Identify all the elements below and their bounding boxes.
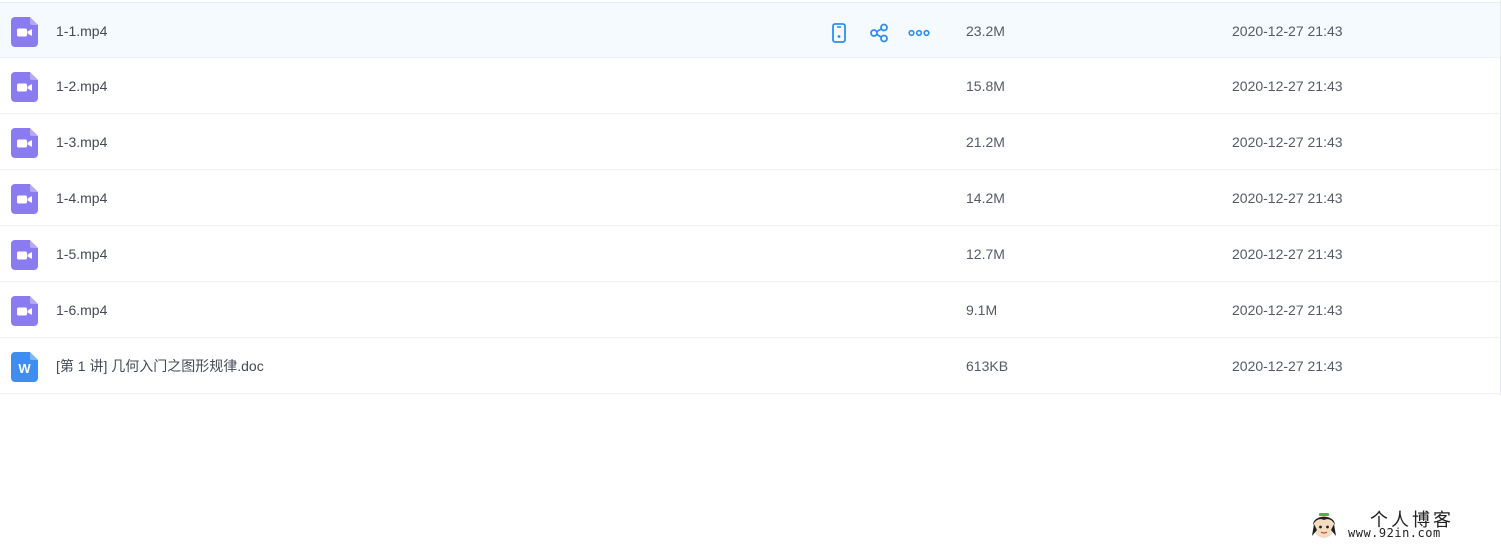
more-icon [908,29,930,37]
file-name[interactable]: 1-1.mp4 [56,3,107,59]
file-modified-date: 2020-12-27 21:43 [1232,23,1343,39]
file-row[interactable]: 1-6.mp4 9.1M 2020-12-27 21:43 [0,282,1501,338]
share-icon [869,23,889,43]
file-name[interactable]: 1-6.mp4 [56,282,107,338]
file-size: 21.2M [966,134,1005,150]
avatar-logo [1312,513,1336,538]
video-file-icon [11,17,38,47]
video-file-icon [11,184,38,214]
watermark-url: www.92in.com [1348,526,1441,540]
video-file-icon [11,72,38,102]
row-actions [828,21,930,45]
file-name[interactable]: 1-2.mp4 [56,58,107,114]
file-row[interactable]: 1-5.mp4 12.7M 2020-12-27 21:43 [0,226,1501,282]
video-file-icon [11,128,38,158]
file-modified-date: 2020-12-27 21:43 [1232,190,1343,206]
file-size: 23.2M [966,23,1005,39]
file-name[interactable]: 1-5.mp4 [56,226,107,282]
more-actions-button[interactable] [908,22,930,44]
file-size: 14.2M [966,190,1005,206]
file-row[interactable]: W [第 1 讲] 几何入门之图形规律.doc 613KB 2020-12-27 21… [0,338,1501,394]
file-modified-date: 2020-12-27 21:43 [1232,246,1343,262]
video-file-icon [11,296,38,326]
file-row[interactable]: 1-4.mp4 14.2M 2020-12-27 21:43 [0,170,1501,226]
file-modified-date: 2020-12-27 21:43 [1232,78,1343,94]
file-row[interactable]: 1-1.mp4 23.2M 2020-12-27 21:43 [0,2,1501,58]
file-list: 1-1.mp4 23.2M 2020-12-27 21:43 1-2.mp4 15.8M… [0,2,1501,394]
file-name[interactable]: 1-3.mp4 [56,114,107,170]
svg-text:W: W [18,361,31,376]
file-name[interactable]: [第 1 讲] 几何入门之图形规律.doc [56,338,264,394]
file-size: 12.7M [966,246,1005,262]
word-file-icon: W [11,352,38,382]
phone-icon [831,23,847,43]
blog-watermark: 个人博客 www.92in.com [1306,506,1496,546]
file-size: 9.1M [966,302,998,318]
video-file-icon [11,240,38,270]
file-modified-date: 2020-12-27 21:43 [1232,302,1343,318]
file-row[interactable]: 1-2.mp4 15.8M 2020-12-27 21:43 [0,58,1501,114]
file-row[interactable]: 1-3.mp4 21.2M 2020-12-27 21:43 [0,114,1501,170]
file-name[interactable]: 1-4.mp4 [56,170,107,226]
send-to-phone-button[interactable] [828,22,850,44]
file-size: 613KB [966,358,1009,374]
share-button[interactable] [868,22,890,44]
file-modified-date: 2020-12-27 21:43 [1232,134,1343,150]
file-size: 15.8M [966,78,1005,94]
file-modified-date: 2020-12-27 21:43 [1232,358,1343,374]
